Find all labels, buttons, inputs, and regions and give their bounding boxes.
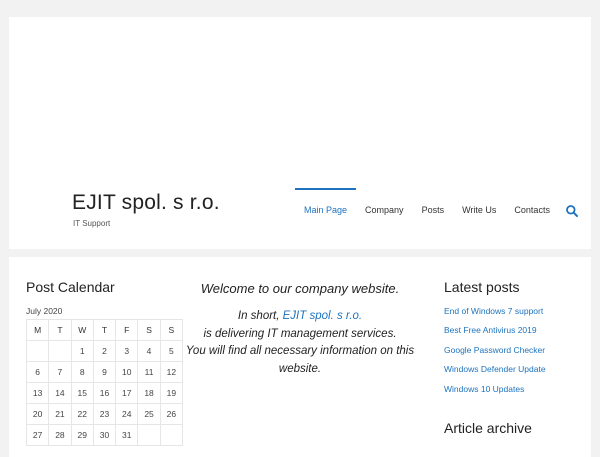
calendar-week-row: 1 2 3 4 5 — [25, 340, 184, 362]
calendar-weekday-row: M T W T F S S — [25, 319, 184, 341]
company-link[interactable]: EJIT spol. s r.o. — [283, 310, 362, 322]
page-container: EJIT spol. s r.o. IT Support Main Page C… — [9, 17, 591, 457]
site-header: EJIT spol. s r.o. IT Support Main Page C… — [9, 17, 591, 250]
nav-item-posts[interactable]: Posts — [413, 188, 454, 228]
calendar-day: 29 — [70, 424, 94, 446]
calendar-day: 16 — [92, 382, 117, 404]
calendar-day: 18 — [137, 382, 161, 404]
nav-item-contacts[interactable]: Contacts — [505, 188, 559, 228]
latest-posts-widget: Latest posts End of Windows 7 support Be… — [444, 279, 584, 447]
calendar-day: 28 — [48, 424, 72, 446]
welcome-description: In short, EJIT spol. s r.o. is deliverin… — [184, 308, 416, 378]
calendar-day: 27 — [25, 424, 50, 446]
calendar-caption: July 2020 — [26, 306, 63, 316]
weekday-header: T — [92, 319, 117, 341]
calendar-day: 31 — [115, 424, 139, 446]
nav-item-company[interactable]: Company — [356, 188, 413, 228]
site-title[interactable]: EJIT spol. s r.o. — [72, 191, 220, 215]
weekday-header: S — [137, 319, 161, 341]
services-line: is delivering IT management services. — [203, 327, 397, 340]
calendar-day: 9 — [92, 361, 117, 383]
calendar-table: M T W T F S S 1 2 3 4 5 6 7 8 9 10 11 12… — [25, 319, 184, 446]
calendar-day: 1 — [70, 340, 94, 362]
weekday-header: W — [70, 319, 94, 341]
weekday-header: M — [25, 319, 50, 341]
calendar-day — [48, 340, 72, 362]
site-tagline: IT Support — [73, 219, 111, 228]
calendar-day: 17 — [115, 382, 139, 404]
search-icon[interactable] — [565, 204, 579, 218]
latest-posts-list: End of Windows 7 support Best Free Antiv… — [444, 306, 584, 394]
weekday-header: F — [115, 319, 139, 341]
post-link[interactable]: Windows 10 Updates — [444, 384, 584, 394]
welcome-heading: Welcome to our company website. — [200, 281, 400, 296]
calendar-day: 11 — [137, 361, 161, 383]
weekday-header: T — [48, 319, 72, 341]
post-link[interactable]: End of Windows 7 support — [444, 306, 584, 316]
calendar-day: 4 — [137, 340, 161, 362]
calendar-widget: Post Calendar July 2020 M T W T F S S 1 … — [25, 279, 186, 446]
calendar-day — [25, 340, 50, 362]
calendar-week-row: 27 28 29 30 31 — [25, 424, 184, 446]
calendar-day: 20 — [25, 403, 50, 425]
intro-line: In short, EJIT spol. s r.o. — [184, 308, 416, 326]
calendar-day: 21 — [48, 403, 72, 425]
nav-item-write-us[interactable]: Write Us — [453, 188, 505, 228]
post-link[interactable]: Windows Defender Update — [444, 364, 584, 374]
content-area: Post Calendar July 2020 M T W T F S S 1 … — [9, 257, 591, 457]
calendar-day: 22 — [70, 403, 94, 425]
calendar-week-row: 13 14 15 16 17 18 19 — [25, 382, 184, 404]
latest-posts-title: Latest posts — [444, 279, 520, 295]
calendar-day: 15 — [70, 382, 94, 404]
calendar-day: 3 — [115, 340, 139, 362]
post-link[interactable]: Google Password Checker — [444, 345, 584, 355]
info-line: You will find all necessary information … — [185, 345, 415, 375]
calendar-day: 14 — [48, 382, 72, 404]
calendar-day — [137, 424, 161, 446]
calendar-day: 8 — [70, 361, 94, 383]
calendar-week-row: 6 7 8 9 10 11 12 — [25, 361, 184, 383]
section-divider — [9, 249, 591, 257]
calendar-day: 25 — [137, 403, 161, 425]
intro-prefix: In short, — [237, 310, 283, 322]
main-navigation: Main Page Company Posts Write Us Contact… — [295, 188, 579, 228]
calendar-day: 7 — [48, 361, 72, 383]
calendar-day: 13 — [25, 382, 50, 404]
welcome-section: Welcome to our company website. In short… — [184, 281, 416, 378]
calendar-week-row: 20 21 22 23 24 25 26 — [25, 403, 184, 425]
calendar-day: 2 — [92, 340, 117, 362]
calendar-day: 5 — [159, 340, 184, 362]
calendar-day: 6 — [25, 361, 50, 383]
weekday-header: S — [159, 319, 184, 341]
calendar-day: 23 — [92, 403, 117, 425]
calendar-day: 30 — [92, 424, 117, 446]
calendar-day: 26 — [159, 403, 184, 425]
calendar-day: 12 — [159, 361, 184, 383]
calendar-day — [159, 424, 184, 446]
calendar-day: 10 — [115, 361, 139, 383]
calendar-day: 19 — [159, 382, 184, 404]
archive-widget-title: Article archive — [444, 419, 532, 436]
calendar-widget-title: Post Calendar — [26, 279, 115, 295]
calendar-day: 24 — [115, 403, 139, 425]
nav-item-main-page[interactable]: Main Page — [295, 188, 357, 228]
post-link[interactable]: Best Free Antivirus 2019 — [444, 325, 584, 335]
